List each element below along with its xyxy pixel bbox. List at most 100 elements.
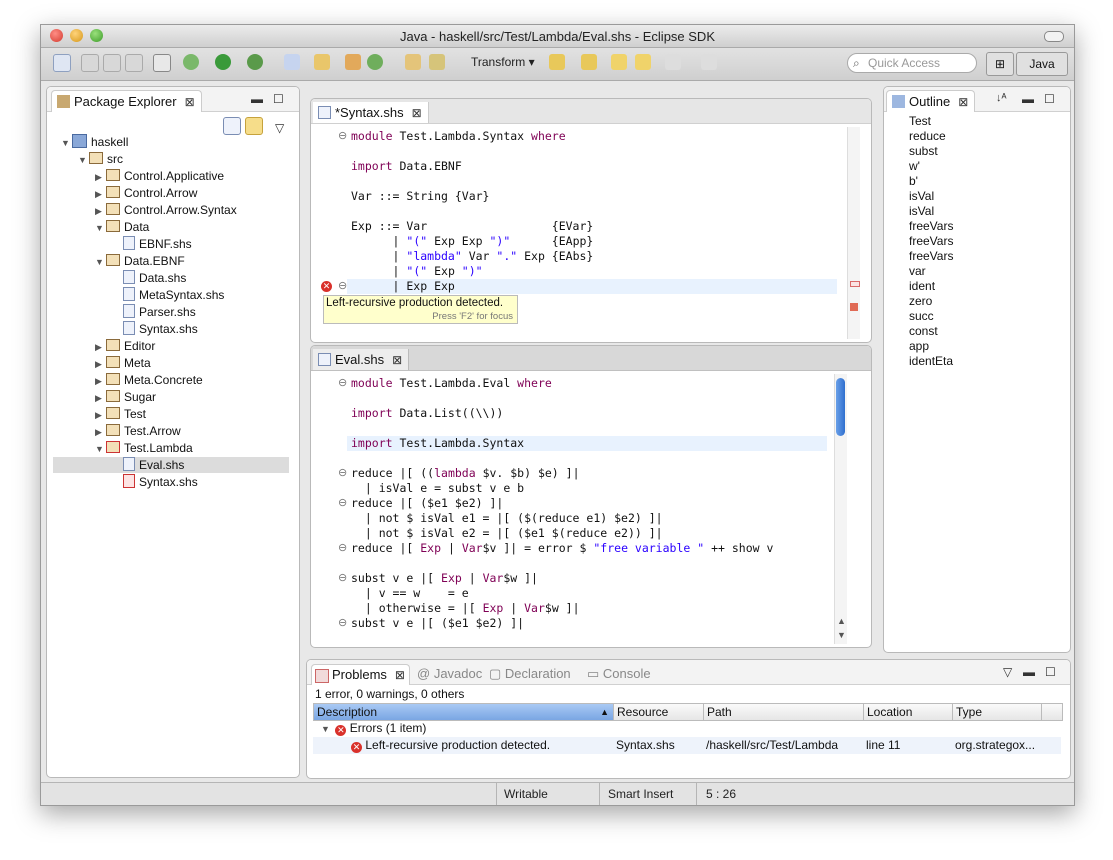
binary-icon[interactable] [153, 54, 171, 72]
tree-item[interactable]: ▶ Editor [95, 338, 155, 355]
scroll-thumb[interactable] [836, 378, 845, 436]
toolbar-toggle-button[interactable] [1044, 31, 1064, 42]
tree-item[interactable]: ▶ Test.Arrow [95, 423, 181, 440]
skip-breakpoints-icon[interactable] [284, 54, 300, 70]
tree-item[interactable]: ▶ Meta [95, 355, 151, 372]
fold-toggle-icon[interactable]: ⊖ [338, 466, 347, 479]
outline-item[interactable]: w' [909, 159, 920, 174]
outline-item[interactable]: succ [909, 309, 934, 324]
tree-item[interactable]: Eval.shs [112, 457, 184, 474]
next-annotation-icon[interactable] [549, 54, 565, 70]
fold-toggle-icon[interactable]: ⊖ [338, 496, 347, 509]
fold-toggle-icon[interactable]: ⊖ [338, 129, 347, 142]
tree-item[interactable]: ▼ haskell [61, 134, 128, 151]
close-icon[interactable]: ⊠ [395, 668, 405, 682]
tree-item[interactable]: ▼ Test.Lambda [95, 440, 193, 457]
column-resource[interactable]: Resource [614, 704, 704, 720]
refresh-icon[interactable] [367, 54, 383, 70]
collapsed-triangle-icon[interactable]: ▶ [95, 186, 106, 203]
error-marker[interactable] [850, 281, 860, 287]
collapsed-triangle-icon[interactable]: ▶ [95, 407, 106, 424]
fold-toggle-icon[interactable]: ⊖ [338, 616, 347, 629]
outline-item[interactable]: Test [909, 114, 931, 129]
tree-item[interactable]: MetaSyntax.shs [112, 287, 224, 304]
collapsed-triangle-icon[interactable]: ▶ [95, 390, 106, 407]
view-menu-icon[interactable]: ▽ [275, 121, 284, 135]
tree-item[interactable]: ▶ Control.Arrow [95, 185, 197, 202]
external-tools-icon[interactable] [247, 54, 263, 70]
new-icon[interactable] [53, 54, 71, 72]
collapsed-triangle-icon[interactable]: ▶ [95, 373, 106, 390]
tree-item[interactable]: ▶ Sugar [95, 389, 156, 406]
outline-item[interactable]: ident [909, 279, 935, 294]
tree-item[interactable]: Data.shs [112, 270, 186, 287]
column-location[interactable]: Location [864, 704, 953, 720]
fold-toggle-icon[interactable]: ⊖ [338, 376, 347, 389]
outline-item[interactable]: const [909, 324, 938, 339]
debug-icon[interactable] [183, 54, 199, 70]
column-type[interactable]: Type [953, 704, 1042, 720]
tree-item[interactable]: ▼ src [78, 151, 123, 168]
collapsed-triangle-icon[interactable]: ▶ [95, 203, 106, 220]
outline-item[interactable]: var [909, 264, 926, 279]
build-icon[interactable] [345, 54, 361, 70]
scroll-up-icon[interactable]: ▲ [837, 616, 846, 626]
maximize-icon[interactable]: ☐ [273, 92, 284, 106]
run-icon[interactable] [215, 54, 231, 70]
maximize-icon[interactable]: ☐ [1044, 92, 1055, 106]
errors-group-row[interactable]: ▼ ✕ Errors (1 item) [321, 720, 426, 737]
outline-item[interactable]: freeVars [909, 249, 953, 264]
outline-item[interactable]: freeVars [909, 234, 953, 249]
close-icon[interactable]: ⊠ [958, 95, 968, 109]
outline-item[interactable]: freeVars [909, 219, 953, 234]
minimize-icon[interactable]: ▬ [1023, 665, 1035, 679]
tab-package-explorer[interactable]: Package Explorer ⊠ [51, 90, 202, 112]
brush-icon[interactable] [429, 54, 445, 70]
outline-item[interactable]: identEta [909, 354, 953, 369]
column-path[interactable]: Path [704, 704, 864, 720]
pen-icon[interactable] [314, 54, 330, 70]
collapsed-triangle-icon[interactable]: ▶ [95, 424, 106, 441]
tab-javadoc[interactable]: @ Javadoc [417, 664, 482, 684]
outline-item[interactable]: reduce [909, 129, 946, 144]
fold-toggle-icon[interactable]: ⊖ [338, 279, 347, 292]
minimize-icon[interactable]: ▬ [1022, 92, 1034, 106]
problem-row[interactable]: ✕ Left-recursive production detected. Sy… [313, 737, 1061, 754]
outline-item[interactable]: app [909, 339, 929, 354]
fold-toggle-icon[interactable]: ⊖ [338, 541, 347, 554]
tab-eval-shs[interactable]: Eval.shs ⊠ [313, 349, 410, 370]
collapsed-triangle-icon[interactable]: ▶ [95, 339, 106, 356]
save-icon[interactable] [81, 54, 99, 72]
pin-icon[interactable] [701, 54, 717, 70]
expanded-triangle-icon[interactable]: ▼ [95, 220, 106, 237]
minimize-icon[interactable]: ▬ [251, 92, 263, 106]
tab-console[interactable]: ▭ Console [587, 664, 651, 684]
outline-item[interactable]: b' [909, 174, 918, 189]
expanded-triangle-icon[interactable]: ▼ [78, 152, 89, 169]
back-icon[interactable] [635, 54, 651, 70]
quick-access-field[interactable]: ⌕ Quick Access [847, 53, 977, 73]
tree-item[interactable]: EBNF.shs [112, 236, 192, 253]
outline-item[interactable]: isVal [909, 204, 934, 219]
tree-item[interactable]: ▼ Data [95, 219, 149, 236]
tab-outline[interactable]: Outline ⊠ [886, 90, 976, 112]
close-icon[interactable]: ⊠ [392, 353, 402, 367]
tree-item[interactable]: ▶ Meta.Concrete [95, 372, 203, 389]
outline-item[interactable]: isVal [909, 189, 934, 204]
maximize-icon[interactable]: ☐ [1045, 665, 1056, 679]
open-folder-icon[interactable] [405, 54, 421, 70]
syntax-overview-ruler[interactable] [847, 127, 860, 339]
tree-item[interactable]: ▶ Test [95, 406, 146, 423]
transform-menu[interactable]: Transform ▾ [471, 55, 535, 69]
error-gutter-icon[interactable]: ✕ [321, 281, 332, 292]
save-all-icon[interactable] [103, 54, 121, 72]
outline-item[interactable]: subst [909, 144, 938, 159]
expanded-triangle-icon[interactable]: ▼ [95, 254, 106, 271]
eval-vertical-scrollbar[interactable]: ▲ ▼ [834, 374, 847, 644]
expanded-triangle-icon[interactable]: ▼ [61, 135, 72, 152]
collapsed-triangle-icon[interactable]: ▶ [95, 169, 106, 186]
tab-declaration[interactable]: ▢ Declaration [489, 664, 571, 684]
forward-icon[interactable] [665, 54, 681, 70]
fold-toggle-icon[interactable]: ⊖ [338, 571, 347, 584]
tree-item[interactable]: Syntax.shs [112, 474, 198, 491]
